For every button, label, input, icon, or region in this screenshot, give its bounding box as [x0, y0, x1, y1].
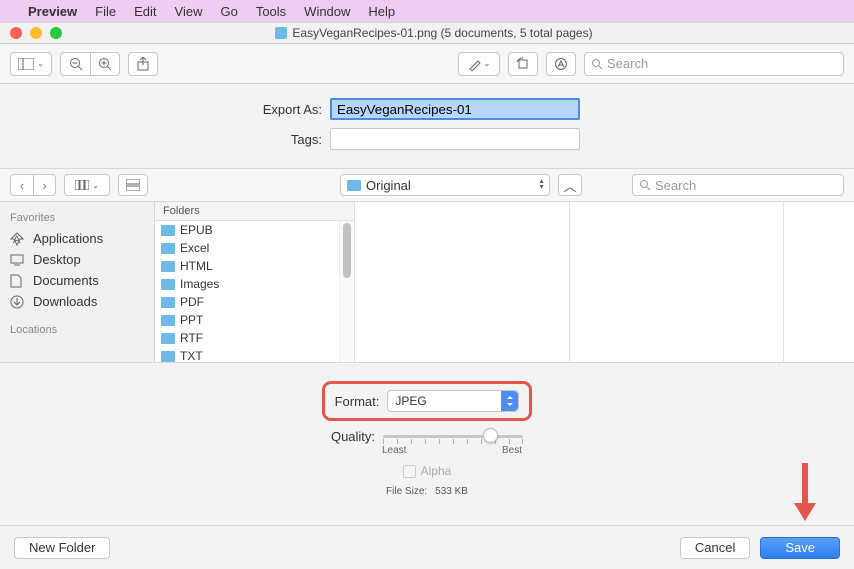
downloads-icon	[10, 295, 26, 309]
svg-text:A: A	[13, 234, 21, 246]
zoom-in-button[interactable]	[90, 52, 120, 76]
exportas-label: Export As:	[0, 102, 330, 117]
sidebar-item-desktop[interactable]: Desktop	[0, 249, 154, 270]
export-sheet: Export As: Tags: ‹ › ⌄ Original ▲▼ ︿ Sea…	[0, 84, 854, 569]
sidebar-item-documents[interactable]: Documents	[0, 270, 154, 291]
scrollbar[interactable]	[339, 221, 354, 362]
folder-item[interactable]: Images▸	[155, 275, 354, 293]
folder-item[interactable]: Excel▸	[155, 239, 354, 257]
file-browser-toolbar: ‹ › ⌄ Original ▲▼ ︿ Search	[0, 168, 854, 202]
rotate-button[interactable]	[508, 52, 538, 76]
desktop-icon	[10, 254, 26, 266]
close-window-button[interactable]	[10, 27, 22, 39]
browser-search[interactable]: Search	[632, 174, 844, 196]
new-folder-button[interactable]: New Folder	[14, 537, 110, 559]
folder-icon	[161, 243, 175, 254]
forward-button[interactable]: ›	[33, 174, 56, 196]
applications-icon: A	[10, 232, 26, 246]
column-header: Folders	[155, 202, 354, 221]
menu-edit[interactable]: Edit	[134, 4, 156, 19]
menu-help[interactable]: Help	[368, 4, 395, 19]
column-3[interactable]	[570, 202, 785, 362]
format-popup[interactable]: JPEG	[387, 390, 519, 412]
folder-column: Folders EPUB▸Excel▸HTML▸Images▸PDF▸PPT▸R…	[155, 202, 355, 362]
filename-input[interactable]	[330, 98, 580, 120]
folder-icon	[161, 315, 175, 326]
quality-slider[interactable]	[383, 427, 523, 445]
documents-icon	[10, 274, 26, 288]
sidebar: Favorites AApplications Desktop Document…	[0, 202, 155, 362]
save-button[interactable]: Save	[760, 537, 840, 559]
folder-item[interactable]: EPUB▸	[155, 221, 354, 239]
folder-icon	[161, 261, 175, 272]
annotate-button[interactable]	[546, 52, 576, 76]
sidebar-item-downloads[interactable]: Downloads	[0, 291, 154, 312]
annotation-highlight: Format: JPEG	[322, 381, 533, 421]
sidebar-item-applications[interactable]: AApplications	[0, 228, 154, 249]
quality-least: Least	[382, 445, 406, 456]
menu-view[interactable]: View	[175, 4, 203, 19]
folder-item[interactable]: PPT▸	[155, 311, 354, 329]
menu-tools[interactable]: Tools	[256, 4, 286, 19]
folder-icon	[161, 225, 175, 236]
window-title: EasyVeganRecipes-01.png (5 documents, 5 …	[292, 26, 592, 40]
zoom-window-button[interactable]	[50, 27, 62, 39]
format-value: JPEG	[395, 394, 426, 408]
format-label: Format:	[335, 394, 380, 409]
quality-label: Quality:	[331, 429, 375, 444]
folder-item[interactable]: RTF▸	[155, 329, 354, 347]
folder-item[interactable]: HTML▸	[155, 257, 354, 275]
file-browser-columns: Favorites AApplications Desktop Document…	[0, 202, 854, 362]
window-titlebar: EasyVeganRecipes-01.png (5 documents, 5 …	[0, 22, 854, 44]
zoom-group	[60, 52, 120, 76]
back-button[interactable]: ‹	[10, 174, 33, 196]
preview-toolbar: ⌄ ⌄ Search	[0, 44, 854, 84]
app-menu[interactable]: Preview	[28, 4, 77, 19]
filesize-label: File Size:	[386, 486, 427, 497]
search-placeholder: Search	[607, 56, 648, 71]
locations-header: Locations	[0, 322, 154, 340]
view-mode-button[interactable]: ⌄	[64, 174, 110, 196]
favorites-header: Favorites	[0, 210, 154, 228]
sidebar-view-button[interactable]: ⌄	[10, 52, 52, 76]
column-2[interactable]	[355, 202, 570, 362]
share-button[interactable]	[128, 52, 158, 76]
menu-file[interactable]: File	[95, 4, 116, 19]
menu-go[interactable]: Go	[220, 4, 237, 19]
alpha-checkbox	[403, 465, 416, 478]
menu-window[interactable]: Window	[304, 4, 350, 19]
folder-icon	[347, 180, 361, 191]
folder-icon	[161, 297, 175, 308]
folder-icon	[161, 333, 175, 344]
quality-best: Best	[502, 445, 522, 456]
column-4[interactable]	[784, 202, 854, 362]
dialog-buttons: New Folder Cancel Save	[0, 525, 854, 569]
document-proxy-icon	[275, 27, 287, 39]
group-button[interactable]	[118, 174, 148, 196]
format-panel: Format: JPEG Quality: Least Best Alpha Fi…	[0, 362, 854, 509]
alpha-label: Alpha	[421, 464, 452, 478]
minimize-window-button[interactable]	[30, 27, 42, 39]
browser-search-placeholder: Search	[655, 178, 696, 193]
tags-label: Tags:	[0, 132, 330, 147]
cancel-button[interactable]: Cancel	[680, 537, 750, 559]
zoom-out-button[interactable]	[60, 52, 90, 76]
folder-item[interactable]: PDF▸	[155, 293, 354, 311]
menubar: Preview File Edit View Go Tools Window H…	[0, 0, 854, 22]
markup-button[interactable]: ⌄	[458, 52, 500, 76]
collapse-button[interactable]: ︿	[558, 174, 582, 196]
filesize-value: 533 KB	[435, 486, 468, 497]
location-popup[interactable]: Original ▲▼	[340, 174, 550, 196]
folder-item[interactable]: TXT▸	[155, 347, 354, 365]
preview-search[interactable]: Search	[584, 52, 844, 76]
location-name: Original	[366, 178, 411, 193]
annotation-arrow	[794, 463, 818, 523]
tags-input[interactable]	[330, 128, 580, 150]
folder-icon	[161, 279, 175, 290]
folder-icon	[161, 351, 175, 362]
